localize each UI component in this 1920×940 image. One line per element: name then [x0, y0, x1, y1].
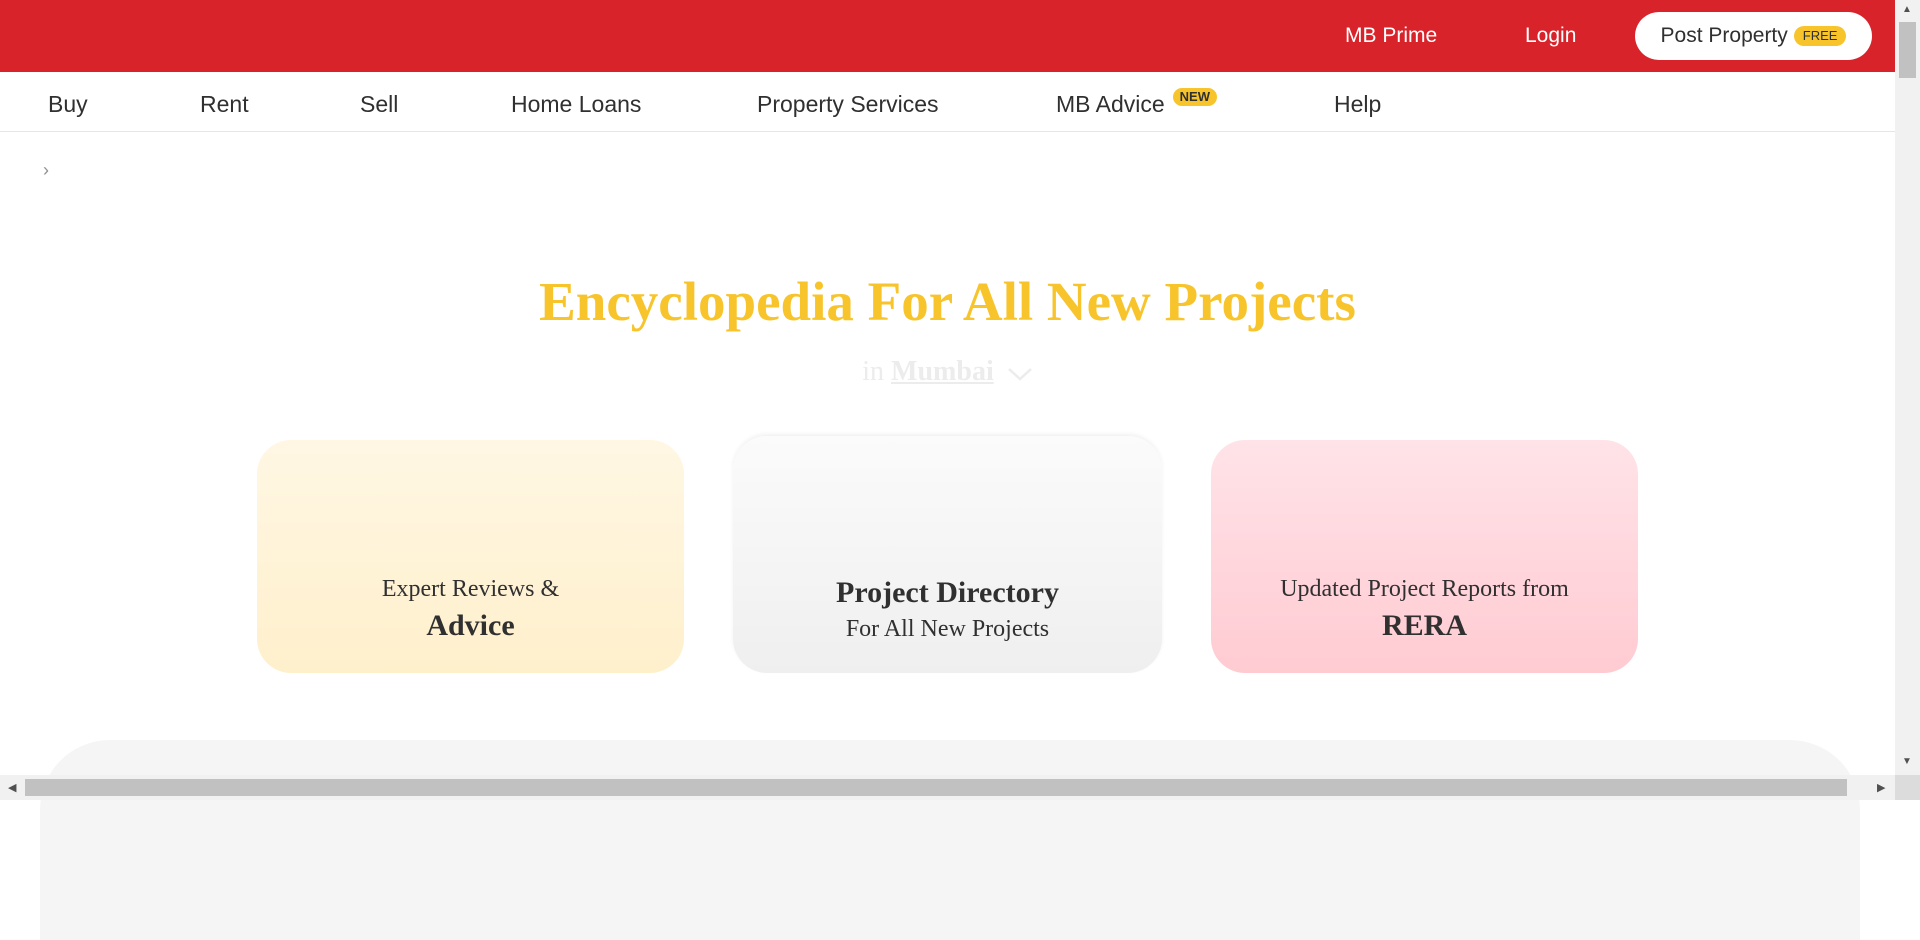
main-nav: Buy Rent Sell Home Loans Property Servic… — [0, 72, 1895, 132]
in-label: in — [862, 356, 885, 387]
vertical-scrollbar[interactable]: ▲ ▼ — [1895, 0, 1920, 800]
nav-item-property-services[interactable]: Property Services — [757, 91, 939, 118]
nav-item-label: Help — [1334, 91, 1382, 117]
vertical-scroll-thumb[interactable] — [1899, 22, 1916, 78]
free-badge: FREE — [1793, 26, 1847, 46]
card-subtitle: For All New Projects — [845, 616, 1050, 642]
horizontal-scroll-thumb[interactable] — [25, 779, 1847, 796]
nav-item-label: Property Services — [757, 91, 939, 117]
mb-prime-link[interactable]: MB Prime — [1345, 24, 1437, 48]
post-property-button[interactable]: Post Property FREE — [1635, 12, 1872, 60]
nav-item-label: Buy — [48, 91, 88, 117]
rera-card[interactable]: Updated Project Reports from RERA — [1211, 440, 1638, 673]
nav-item-mb-advice[interactable]: MB Advice NEW — [1056, 88, 1217, 118]
top-header: MB Prime Login Post Property FREE — [0, 0, 1895, 72]
city-selector[interactable]: Mumbai — [891, 356, 994, 387]
page-title: Encyclopedia For All New Projects — [539, 271, 1356, 332]
card-subtitle: Updated Project Reports from — [1280, 576, 1569, 602]
nav-item-rent[interactable]: Rent — [200, 91, 249, 118]
scroll-right-icon[interactable]: ▶ — [1877, 781, 1885, 794]
post-property-label: Post Property — [1660, 24, 1788, 47]
nav-item-label: Home Loans — [511, 91, 642, 117]
content-panel — [40, 740, 1860, 940]
scrollbar-corner — [1895, 775, 1920, 800]
scroll-down-icon[interactable]: ▼ — [1902, 756, 1912, 767]
nav-item-help[interactable]: Help — [1334, 91, 1381, 118]
nav-item-label: Sell — [360, 91, 399, 117]
expert-reviews-card[interactable]: Expert Reviews & Advice — [257, 440, 684, 673]
new-badge: NEW — [1172, 88, 1217, 106]
chevron-right-icon: › — [43, 160, 49, 180]
scroll-up-icon[interactable]: ▲ — [1902, 4, 1912, 15]
nav-item-label: Rent — [200, 91, 249, 117]
horizontal-scrollbar[interactable]: ◀ ▶ — [0, 775, 1895, 800]
card-subtitle: Expert Reviews & — [381, 576, 560, 602]
login-link[interactable]: Login — [1525, 24, 1576, 48]
project-directory-card[interactable]: Project Directory For All New Projects — [733, 436, 1162, 673]
scroll-left-icon[interactable]: ◀ — [8, 781, 16, 794]
nav-item-label: MB Advice — [1056, 91, 1165, 117]
city-selector-line: in Mumbai — [0, 356, 1895, 388]
nav-item-buy[interactable]: Buy — [48, 91, 88, 118]
card-title: RERA — [1381, 609, 1467, 642]
card-title: Advice — [426, 609, 515, 642]
nav-item-sell[interactable]: Sell — [360, 91, 398, 118]
card-title: Project Directory — [836, 576, 1059, 609]
chevron-down-icon[interactable] — [1007, 366, 1033, 382]
nav-item-home-loans[interactable]: Home Loans — [511, 91, 641, 118]
